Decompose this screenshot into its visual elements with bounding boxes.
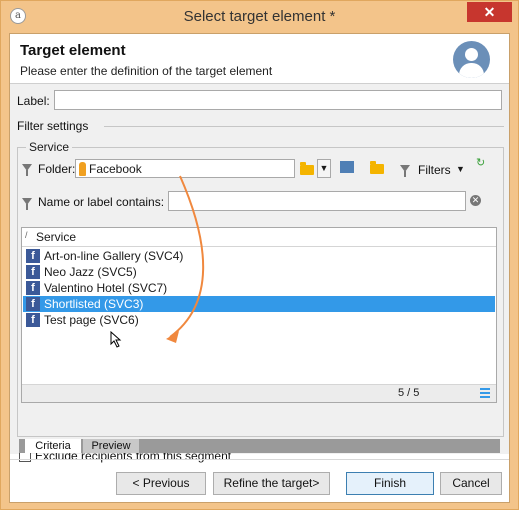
filters-dropdown[interactable]: Filters <box>418 163 451 177</box>
footer-divider <box>10 459 509 460</box>
clear-filter-icon[interactable]: ✕ <box>470 195 481 206</box>
form-area: Label: Filter settings Service Folder: F… <box>10 84 509 463</box>
previous-button[interactable]: < Previous <box>116 472 206 495</box>
sort-icon: / <box>25 230 28 240</box>
label-input[interactable] <box>54 90 502 110</box>
filters-chevron-icon[interactable]: ▼ <box>456 164 465 174</box>
list-item[interactable]: f Test page (SVC6) <box>23 312 495 328</box>
facebook-icon: f <box>26 265 40 279</box>
name-filter-funnel-icon <box>22 198 32 210</box>
list-item-label: Shortlisted (SVC3) <box>44 297 144 311</box>
cancel-button[interactable]: Cancel <box>440 472 502 495</box>
list-menu-icon[interactable] <box>480 388 490 398</box>
list-header[interactable]: / Service <box>22 228 496 247</box>
record-count: 5 / 5 <box>398 387 420 399</box>
list-item-label: Art-on-line Gallery (SVC4) <box>44 249 184 263</box>
section-divider <box>104 126 504 127</box>
folder-browse-icon[interactable] <box>300 162 314 175</box>
close-button[interactable]: ✕ <box>467 2 512 22</box>
list-item-label: Valentino Hotel (SVC7) <box>44 281 168 295</box>
list-item-label: Neo Jazz (SVC5) <box>44 265 137 279</box>
facebook-icon: f <box>26 297 40 311</box>
list-item[interactable]: f Neo Jazz (SVC5) <box>23 264 495 280</box>
list-item[interactable]: f Art-on-line Gallery (SVC4) <box>23 248 495 264</box>
go-to-folder-icon[interactable] <box>340 161 354 173</box>
facebook-icon: f <box>26 281 40 295</box>
finish-button[interactable]: Finish <box>346 472 434 495</box>
title-bar[interactable]: a Select target element * ✕ <box>1 1 518 33</box>
open-folder-icon[interactable] <box>370 161 384 174</box>
window-title: Select target element * <box>183 8 336 25</box>
name-filter-input[interactable] <box>168 191 466 211</box>
dialog-window: a Select target element * ✕ Target eleme… <box>0 0 519 510</box>
tab-preview[interactable]: Preview <box>83 439 139 453</box>
page-title: Target element <box>20 42 126 59</box>
filter-funnel-icon <box>22 164 32 176</box>
refine-target-button[interactable]: Refine the target> <box>213 472 330 495</box>
user-icon <box>453 41 490 78</box>
tab-criteria[interactable]: Criteria <box>25 439 81 453</box>
list-status-bar: 5 / 5 <box>22 384 496 402</box>
name-filter-caption: Name or label contains: <box>38 195 165 209</box>
facebook-icon: f <box>26 249 40 263</box>
folder-caption: Folder: <box>38 162 76 176</box>
facebook-icon: f <box>26 313 40 327</box>
page-subtitle: Please enter the definition of the targe… <box>20 64 273 78</box>
folder-value: Facebook <box>89 162 142 176</box>
refresh-icon[interactable]: ↻ <box>476 156 485 169</box>
filters-funnel-icon <box>400 165 410 177</box>
service-list[interactable]: / Service f Art-on-line Gallery (SVC4) f… <box>21 227 497 403</box>
mouse-cursor-icon <box>110 331 122 348</box>
list-item-label: Test page (SVC6) <box>44 313 139 327</box>
dialog-client: Target element Please enter the definiti… <box>9 33 510 503</box>
list-item[interactable]: f Valentino Hotel (SVC7) <box>23 280 495 296</box>
person-icon <box>79 162 86 176</box>
list-item-selected[interactable]: f Shortlisted (SVC3) <box>23 296 495 312</box>
label-caption: Label: <box>17 94 50 108</box>
service-group-label: Service <box>26 140 73 154</box>
filter-settings-heading: Filter settings <box>17 119 89 133</box>
chevron-down-icon[interactable]: ▼ <box>317 159 331 178</box>
folder-input[interactable]: Facebook <box>75 159 295 178</box>
tab-strip: Criteria Preview <box>19 439 500 453</box>
column-header-service[interactable]: Service <box>36 230 76 244</box>
dialog-header: Target element Please enter the definiti… <box>10 34 509 84</box>
